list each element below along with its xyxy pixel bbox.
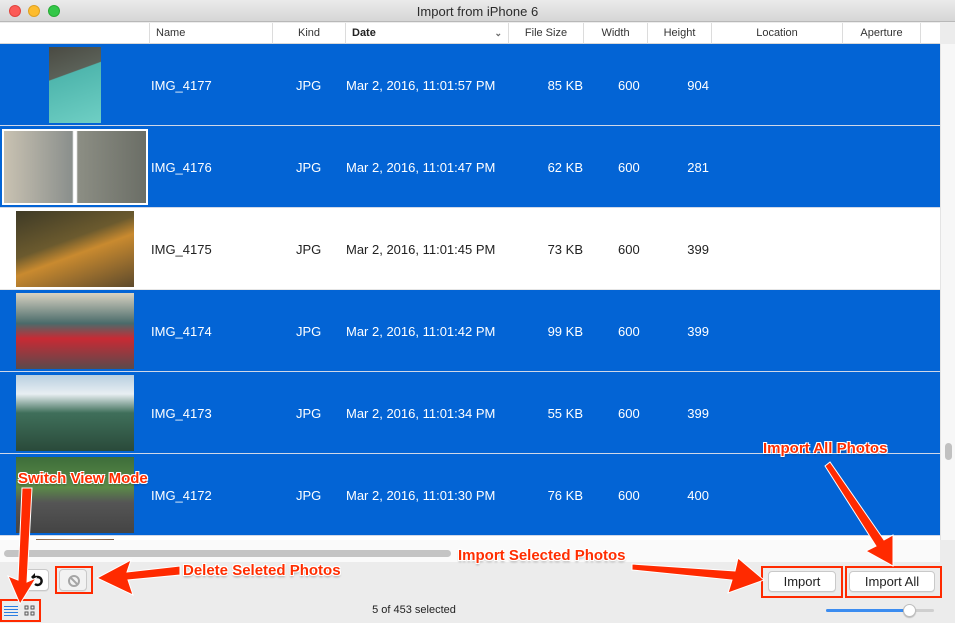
column-label: Name bbox=[156, 27, 186, 39]
table-row[interactable]: IMG_4172 JPG Mar 2, 2016, 11:01:30 PM 76 KB… bbox=[0, 454, 940, 536]
title-bar: Import from iPhone 6 bbox=[0, 0, 955, 22]
cell-width: 600 bbox=[618, 78, 640, 93]
import-window: Import from iPhone 6 Name Kind Date ⌄ Fil… bbox=[0, 0, 955, 622]
cell-size: 99 KB bbox=[547, 324, 583, 339]
cell-height: 399 bbox=[687, 324, 709, 339]
cell-width: 600 bbox=[618, 488, 640, 503]
cell-size: 73 KB bbox=[547, 242, 583, 257]
cell-date: Mar 2, 2016, 11:01:47 PM bbox=[346, 160, 496, 175]
column-header-width[interactable]: Width bbox=[583, 23, 647, 44]
cell-width: 600 bbox=[618, 242, 640, 257]
table-row[interactable]: IMG_4174 JPG Mar 2, 2016, 11:01:42 PM 99 KB… bbox=[0, 290, 940, 372]
arrow-import-selected bbox=[631, 557, 765, 594]
cell-name: IMG_4173 bbox=[151, 406, 212, 421]
column-label: File Size bbox=[524, 27, 568, 39]
cell-height: 399 bbox=[687, 406, 709, 421]
annotation-box-import bbox=[761, 566, 843, 598]
cell-height: 281 bbox=[687, 160, 709, 175]
cell-height: 904 bbox=[687, 78, 709, 93]
table-row[interactable]: IMG_4175 JPG Mar 2, 2016, 11:01:45 PM 73 KB… bbox=[0, 208, 940, 290]
slider-knob[interactable] bbox=[903, 604, 917, 617]
photo-thumbnail[interactable] bbox=[16, 457, 134, 533]
annotation-box-import-all bbox=[845, 566, 942, 598]
cell-name: IMG_4175 bbox=[151, 242, 212, 257]
table-header: Name Kind Date ⌄ File Size Width Height L… bbox=[0, 23, 940, 44]
cell-date: Mar 2, 2016, 11:01:34 PM bbox=[346, 406, 496, 421]
column-header-aperture[interactable]: Aperture bbox=[842, 23, 920, 44]
cell-kind: JPG bbox=[296, 78, 322, 93]
window-title: Import from iPhone 6 bbox=[416, 4, 539, 19]
chevron-down-icon: ⌄ bbox=[494, 28, 502, 38]
column-label: Kind bbox=[297, 27, 321, 39]
column-header-date[interactable]: Date ⌄ bbox=[345, 23, 508, 44]
column-header-location[interactable]: Location bbox=[711, 23, 842, 44]
cell-name: IMG_4172 bbox=[151, 488, 212, 503]
column-header-kind[interactable]: Kind bbox=[272, 23, 345, 44]
table-row[interactable]: IMG_4176 JPG Mar 2, 2016, 11:01:47 PM 62 KB… bbox=[0, 126, 940, 208]
cell-kind: JPG bbox=[296, 242, 322, 257]
annotation-import-selected: Import Selected Photos bbox=[458, 547, 626, 564]
cell-width: 600 bbox=[618, 324, 640, 339]
photo-thumbnail[interactable] bbox=[49, 47, 101, 123]
vertical-scroll-thumb[interactable] bbox=[945, 443, 952, 460]
cell-name: IMG_4176 bbox=[151, 160, 212, 175]
photo-thumbnail[interactable] bbox=[16, 211, 134, 287]
cell-width: 600 bbox=[618, 160, 640, 175]
annotation-delete-photos: Delete Seleted Photos bbox=[183, 562, 341, 579]
selection-status: 5 of 453 selected bbox=[372, 604, 456, 616]
arrow-delete bbox=[95, 558, 181, 596]
rotate-left-icon bbox=[31, 573, 43, 587]
photo-thumbnail[interactable] bbox=[2, 129, 148, 205]
annotation-import-all: Import All Photos bbox=[763, 440, 888, 457]
column-label: Width bbox=[601, 27, 630, 39]
vertical-scrollbar[interactable] bbox=[940, 44, 955, 540]
cell-date: Mar 2, 2016, 11:01:42 PM bbox=[346, 324, 496, 339]
annotation-box-delete bbox=[55, 566, 93, 594]
cell-date: Mar 2, 2016, 11:01:45 PM bbox=[346, 242, 496, 257]
cell-kind: JPG bbox=[296, 488, 322, 503]
cell-width: 600 bbox=[618, 406, 640, 421]
cell-kind: JPG bbox=[296, 160, 322, 175]
cell-size: 62 KB bbox=[547, 160, 583, 175]
annotation-box-view-mode bbox=[0, 599, 41, 622]
column-label: Location bbox=[756, 27, 798, 39]
column-header-spacer bbox=[920, 23, 940, 44]
column-header-height[interactable]: Height bbox=[647, 23, 711, 44]
column-header-name[interactable]: Name bbox=[149, 23, 272, 44]
cell-name: IMG_4177 bbox=[151, 78, 212, 93]
photo-thumbnail[interactable] bbox=[16, 375, 134, 451]
photo-table: IMG_4177 JPG Mar 2, 2016, 11:01:57 PM 85 KB… bbox=[0, 44, 940, 540]
annotation-switch-view-mode: Switch View Mode bbox=[18, 470, 148, 487]
column-label: Aperture bbox=[860, 27, 903, 39]
cell-kind: JPG bbox=[296, 406, 322, 421]
rotate-button[interactable] bbox=[22, 569, 49, 591]
horizontal-scroll-thumb[interactable] bbox=[4, 550, 451, 557]
cell-name: IMG_4174 bbox=[151, 324, 212, 339]
cell-date: Mar 2, 2016, 11:01:30 PM bbox=[346, 488, 496, 503]
cell-date: Mar 2, 2016, 11:01:57 PM bbox=[346, 78, 496, 93]
cell-kind: JPG bbox=[296, 324, 322, 339]
cell-height: 400 bbox=[687, 488, 709, 503]
photo-thumbnail[interactable] bbox=[16, 293, 134, 369]
cell-size: 85 KB bbox=[547, 78, 583, 93]
thumbnail-size-slider[interactable] bbox=[826, 604, 934, 617]
cell-size: 76 KB bbox=[547, 488, 583, 503]
column-label: Height bbox=[663, 27, 696, 39]
cell-height: 399 bbox=[687, 242, 709, 257]
slider-fill bbox=[826, 609, 910, 612]
column-label: Date bbox=[352, 27, 376, 39]
column-header-file-size[interactable]: File Size bbox=[508, 23, 583, 44]
cell-size: 55 KB bbox=[547, 406, 583, 421]
table-row[interactable]: IMG_4177 JPG Mar 2, 2016, 11:01:57 PM 85 KB… bbox=[0, 44, 940, 126]
